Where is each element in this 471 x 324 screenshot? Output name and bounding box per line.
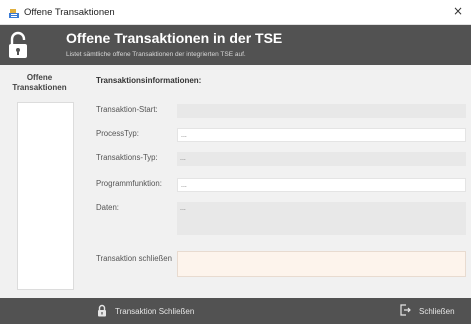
- window-close-button[interactable]: ×: [453, 5, 463, 17]
- register-icon: [8, 6, 20, 18]
- footer-bar: Transaktion Schließen Schließen: [0, 298, 471, 324]
- field-label-process-type: ProcessTyp:: [96, 129, 139, 138]
- close-button-label: Schließen: [419, 306, 455, 316]
- window-title: Offene Transaktionen: [24, 6, 115, 18]
- details-section-title: Transaktionsinformationen:: [96, 76, 202, 85]
- page-header: Offene Transaktionen in der TSE Listet s…: [0, 25, 471, 65]
- data-field[interactable]: ...: [177, 202, 466, 235]
- page-subtitle: Listet sämtliche offene Transaktionen de…: [66, 51, 246, 58]
- lock-icon: [97, 304, 107, 319]
- page-title: Offene Transaktionen in der TSE: [66, 30, 283, 46]
- close-transaction-input[interactable]: [177, 251, 466, 277]
- process-type-field[interactable]: ...: [177, 128, 466, 142]
- program-function-field[interactable]: ...: [177, 178, 466, 192]
- field-label-close-transaction: Transaktion schließen: [96, 254, 172, 263]
- field-label-data: Daten:: [96, 203, 119, 212]
- transaction-start-field[interactable]: [177, 104, 466, 118]
- unlock-icon: [7, 31, 29, 59]
- close-button[interactable]: Schließen: [400, 298, 455, 324]
- close-transaction-button-label: Transaktion Schließen: [115, 306, 195, 316]
- window-titlebar: Offene Transaktionen ×: [0, 0, 471, 25]
- field-label-transaction-type: Transaktions-Typ:: [96, 153, 158, 162]
- exit-icon: [400, 304, 411, 318]
- close-transaction-button[interactable]: Transaktion Schließen: [97, 298, 194, 324]
- open-transactions-list[interactable]: [17, 102, 74, 290]
- field-label-program-function: Programmfunktion:: [96, 179, 162, 188]
- transaction-type-field[interactable]: ...: [177, 152, 466, 166]
- open-transactions-label: Offene Transaktionen: [12, 73, 67, 92]
- field-label-transaction-start: Transaktion-Start:: [96, 105, 158, 114]
